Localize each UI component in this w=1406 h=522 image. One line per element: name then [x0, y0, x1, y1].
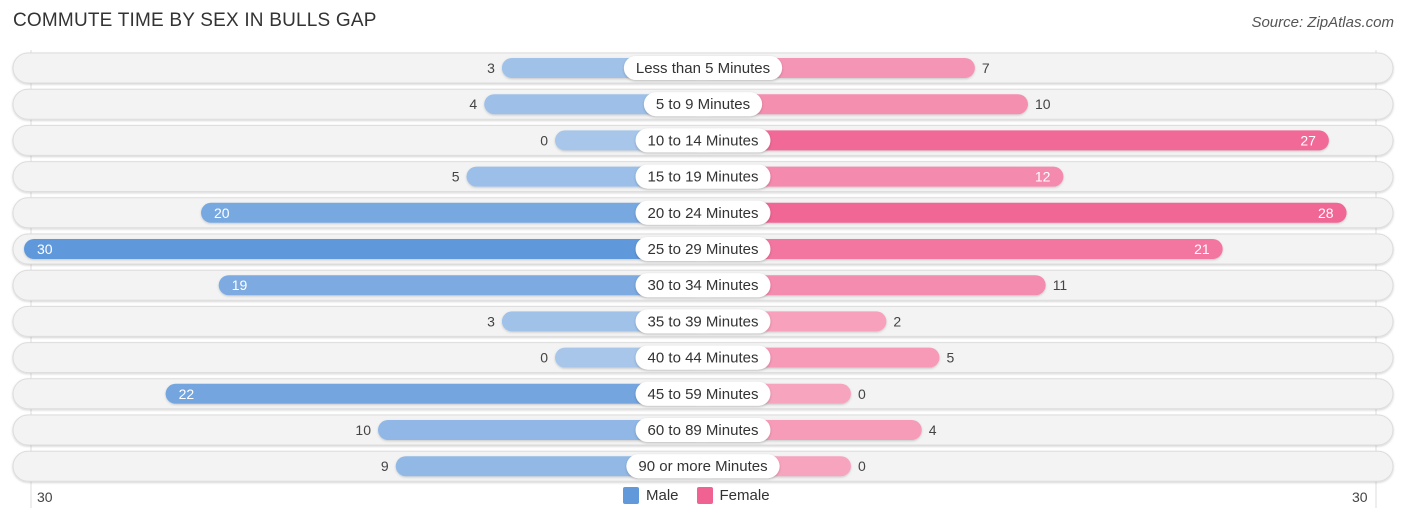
value-label-female: 11 — [1053, 277, 1068, 293]
chart-row: 22 0 45 to 59 Minutes — [12, 378, 1394, 410]
value-label-male: 4 — [469, 96, 477, 112]
chart-row: 3 7 Less than 5 Minutes — [12, 52, 1394, 84]
legend-label-female: Female — [719, 487, 770, 504]
value-label-female: 21 — [1194, 241, 1210, 257]
axis-label-left: 30 — [37, 489, 53, 505]
chart-row: 9 0 90 or more Minutes — [12, 450, 1394, 482]
category-label: 45 to 59 Minutes — [648, 386, 759, 403]
category-label: Less than 5 Minutes — [636, 60, 770, 77]
chart-row: 5 12 15 to 19 Minutes — [12, 161, 1394, 193]
category-label: 5 to 9 Minutes — [656, 96, 750, 113]
chart-row: 19 11 30 to 34 Minutes — [12, 269, 1394, 301]
legend-swatch-female — [696, 487, 713, 504]
category-label: 90 or more Minutes — [638, 458, 767, 475]
value-label-female: 7 — [982, 60, 990, 76]
value-label-male: 10 — [355, 422, 371, 438]
bar-female — [703, 130, 1329, 151]
value-label-female: 0 — [858, 458, 866, 474]
legend-item-male[interactable]: Male — [623, 487, 679, 504]
chart-row: 4 10 5 to 9 Minutes — [12, 88, 1394, 120]
category-label: 15 to 19 Minutes — [648, 169, 759, 186]
value-label-female: 28 — [1318, 205, 1334, 221]
value-label-male: 20 — [214, 205, 230, 221]
legend: Male Female — [623, 487, 788, 504]
bar-male — [24, 239, 703, 259]
chart-row: 10 4 60 to 89 Minutes — [12, 414, 1394, 446]
value-label-female: 0 — [858, 386, 866, 402]
value-label-male: 19 — [232, 277, 248, 293]
category-label: 30 to 34 Minutes — [648, 277, 759, 294]
chart-row: 0 5 40 to 44 Minutes — [12, 342, 1394, 374]
chart-row: 0 27 10 to 14 Minutes — [12, 124, 1394, 156]
chart-svg: 3 7Less than 5 Minutes4 105 to 9 Minutes0 2… — [12, 50, 1394, 508]
category-label: 10 to 14 Minutes — [648, 132, 759, 149]
category-label: 40 to 44 Minutes — [648, 350, 759, 367]
value-label-male: 0 — [540, 350, 548, 366]
legend-swatch-male — [623, 487, 639, 504]
value-label-male: 5 — [452, 169, 460, 185]
value-label-female: 4 — [929, 422, 937, 438]
value-label-male: 22 — [179, 386, 195, 402]
axis-label-right: 30 — [1352, 489, 1368, 505]
value-label-male: 3 — [487, 60, 495, 76]
value-label-female: 5 — [947, 350, 955, 366]
bar-female — [703, 202, 1347, 223]
value-label-male: 9 — [381, 458, 389, 474]
value-label-male: 0 — [540, 132, 548, 148]
legend-label-male: Male — [646, 487, 679, 504]
category-label: 60 to 89 Minutes — [648, 422, 759, 439]
value-label-male: 3 — [487, 313, 495, 329]
value-label-male: 30 — [37, 241, 53, 257]
value-label-female: 12 — [1035, 169, 1051, 185]
chart-row: 30 21 25 to 29 Minutes — [12, 233, 1394, 265]
category-label: 35 to 39 Minutes — [648, 313, 759, 330]
category-label: 20 to 24 Minutes — [648, 205, 759, 222]
category-label: 25 to 29 Minutes — [648, 241, 759, 258]
bar-male — [165, 383, 704, 404]
value-label-female: 27 — [1300, 132, 1316, 148]
legend-item-female[interactable]: Female — [696, 487, 770, 504]
bar-male — [201, 202, 703, 223]
chart-row: 3 2 35 to 39 Minutes — [12, 305, 1394, 337]
value-label-female: 10 — [1035, 96, 1051, 112]
bar-male — [218, 275, 703, 296]
value-label-female: 2 — [893, 313, 901, 329]
bar-female — [703, 239, 1223, 259]
chart-row: 20 28 20 to 24 Minutes — [12, 197, 1394, 229]
